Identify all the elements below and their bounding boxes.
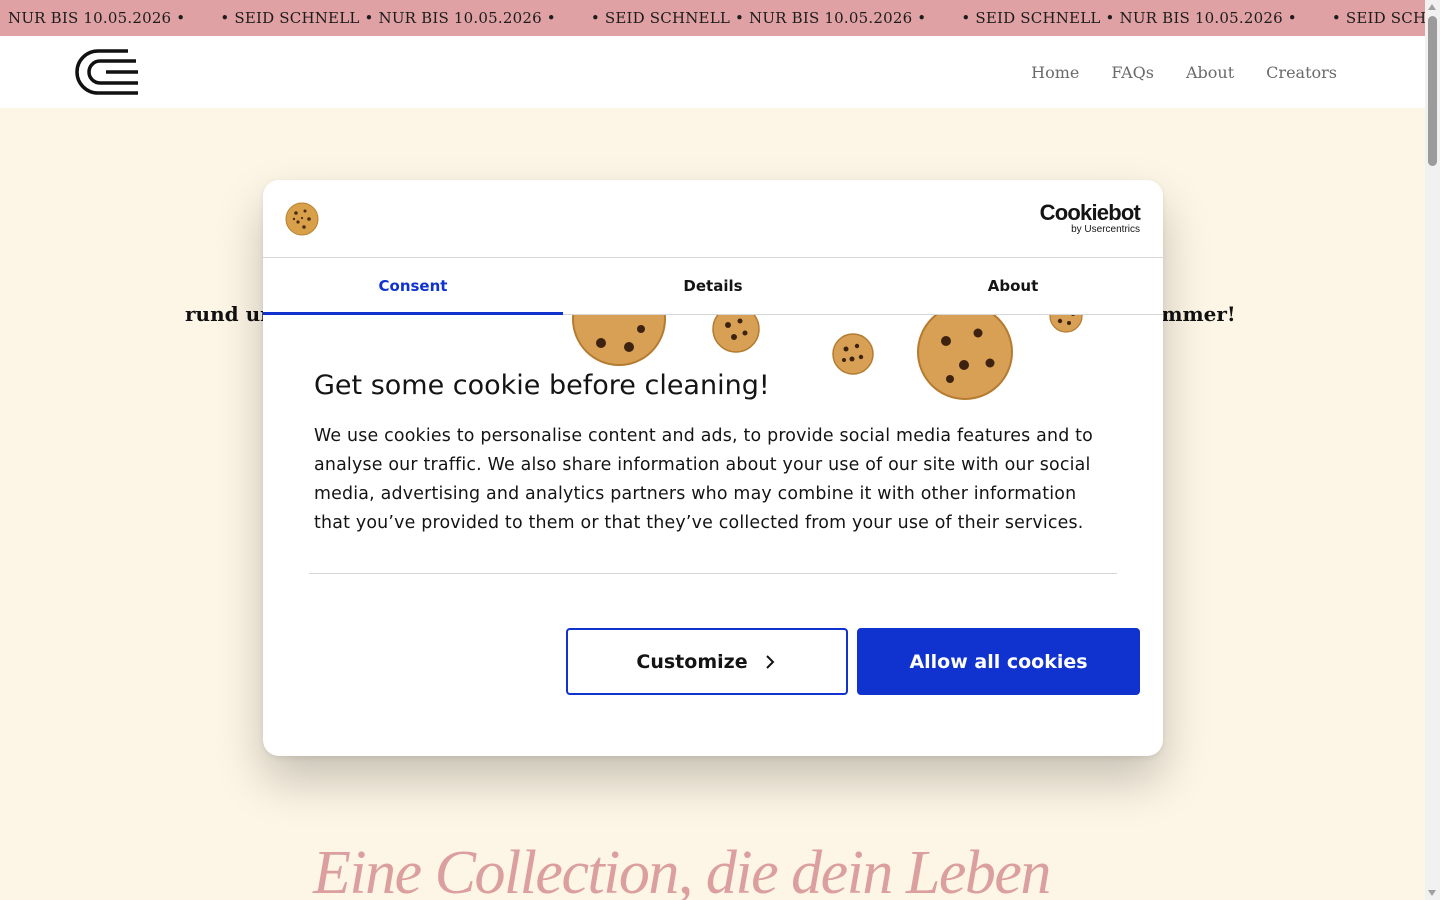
cookiebot-brand-sub: by Usercentrics <box>1071 224 1140 235</box>
cookie-deco-icon <box>712 315 760 353</box>
nav-faqs[interactable]: FAQs <box>1111 63 1154 82</box>
dialog-divider <box>309 573 1117 574</box>
dialog-tabs: Consent Details About <box>263 258 1163 315</box>
customize-button-label: Customize <box>636 650 748 673</box>
cookie-consent-dialog: Cookiebot by Usercentrics Consent Detail… <box>263 180 1163 756</box>
scroll-thumb[interactable] <box>1428 16 1437 166</box>
cookiebot-logo: Cookiebot by Usercentrics <box>1039 200 1141 235</box>
tab-about[interactable]: About <box>863 258 1163 314</box>
dialog-title: Get some cookie before cleaning! <box>314 370 770 401</box>
site-header: Home FAQs About Creators <box>0 36 1425 108</box>
ticker-item: • SEID SCHNELL • NUR BIS 10.05.2026 • <box>961 9 1297 27</box>
ticker-item: • SEID SCHNELL • NUR BIS 10.05.2026 • <box>1331 9 1425 27</box>
allow-all-cookies-label: Allow all cookies <box>909 650 1088 673</box>
dialog-header: Cookiebot by Usercentrics <box>263 180 1163 258</box>
brand-logo-icon[interactable] <box>70 48 140 96</box>
hero-text-left: rund ur <box>185 302 271 326</box>
nav-home[interactable]: Home <box>1031 63 1079 82</box>
cookie-deco-icon <box>572 315 666 366</box>
cookie-deco-icon <box>917 315 1013 400</box>
scroll-down-arrow-icon[interactable] <box>1428 890 1436 896</box>
cookie-deco-icon <box>832 333 874 375</box>
tab-details[interactable]: Details <box>563 258 863 314</box>
page-scrollbar[interactable] <box>1425 0 1440 900</box>
collection-heading: Eine Collection, die dein Leben <box>313 839 1051 900</box>
tab-consent[interactable]: Consent <box>263 258 563 315</box>
scroll-up-arrow-icon[interactable] <box>1428 4 1436 10</box>
main-nav: Home FAQs About Creators <box>1031 36 1337 108</box>
cookie-icon <box>285 202 319 236</box>
announcement-ticker: NUR BIS 10.05.2026 • • SEID SCHNELL • NU… <box>0 0 1425 36</box>
customize-button[interactable]: Customize <box>566 628 848 695</box>
dialog-body-text: We use cookies to personalise content an… <box>314 426 1094 533</box>
nav-about[interactable]: About <box>1186 63 1234 82</box>
cookiebot-brand-name: Cookiebot <box>1039 200 1141 225</box>
ticker-item: • SEID SCHNELL • NUR BIS 10.05.2026 • <box>220 9 556 27</box>
ticker-item: • SEID SCHNELL • NUR BIS 10.05.2026 • <box>590 9 927 27</box>
nav-creators[interactable]: Creators <box>1266 63 1337 82</box>
chevron-right-icon <box>765 654 774 669</box>
ticker-item: NUR BIS 10.05.2026 • <box>8 9 186 27</box>
cookie-deco-icon <box>1049 315 1083 333</box>
ticker-track: NUR BIS 10.05.2026 • • SEID SCHNELL • NU… <box>8 0 1425 36</box>
allow-all-cookies-button[interactable]: Allow all cookies <box>857 628 1140 695</box>
